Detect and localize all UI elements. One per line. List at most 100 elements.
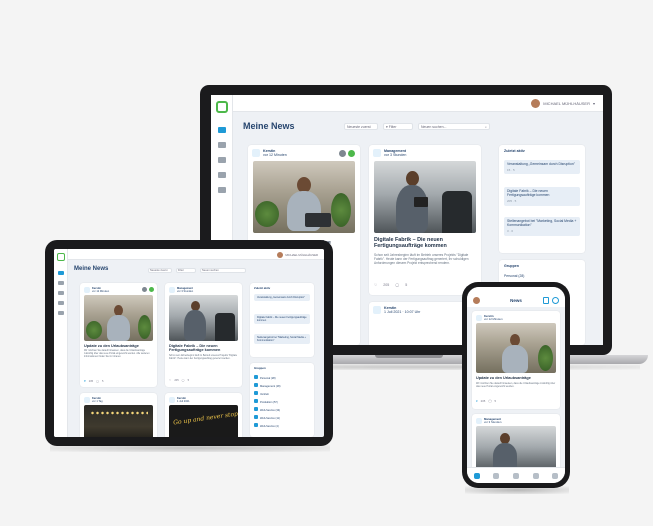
recent-item-meta: 205 · 5 [507,199,517,204]
recent-item[interactable]: Veranstaltung „Gemeinsam durch Disruptio… [504,160,580,175]
sidebar [54,249,68,437]
group-item[interactable]: Personal (28) [254,375,280,383]
like-count: 205 [383,283,390,287]
recent-item[interactable]: Veranstaltung „Gemeinsam durch Disruptio… [254,294,310,301]
news-card[interactable]: Kerstin 1 Juli 2021 Go up and never stop [165,393,242,437]
chat-icon[interactable] [58,301,64,305]
bookmark-icon[interactable] [142,287,147,292]
recent-item[interactable]: Digitale Fabrik – Die neuen Fertigungsau… [254,314,310,324]
documents-icon[interactable] [58,291,64,295]
news-icon[interactable] [58,271,64,275]
news-icon[interactable] [218,127,226,133]
top-bar: MICHAEL MÜHLHÄUSER [68,249,324,260]
group-item[interactable]: Web-Service (4) [254,423,280,431]
chevron-down-icon: ▾ [592,101,595,106]
filter-button[interactable]: Filter [176,268,196,273]
author-icon [84,397,90,403]
recent-item[interactable]: Stellenangebot bei "Marketing, Social Me… [504,217,580,236]
page-title: Meine News [243,121,295,131]
news-card[interactable]: Management vor 3 Stunden Digitale Fabrik … [165,283,242,387]
card-image [476,323,556,373]
card-image [253,161,355,233]
card-body: Wir möchten Sie darauf hinweisen, dass d… [476,382,556,389]
logo-icon[interactable] [216,101,228,113]
group-icon [254,399,258,403]
bookmark-icon[interactable] [543,297,549,304]
heart-icon[interactable]: ♥ [84,379,86,383]
top-bar: News [467,287,565,307]
documents-icon[interactable] [218,157,226,163]
group-list: Personal (28) Management (18) Vertrieb P… [254,375,280,431]
logo-icon[interactable] [57,253,65,261]
panel-title: Zuletzt aktiv [254,286,271,290]
card-meta: vor 12 Minuten [92,290,110,293]
group-name: Produktion (57) [260,401,278,404]
sort-select[interactable]: Neueste zuerst [148,268,172,273]
tasks-icon[interactable] [493,472,500,479]
card-footer: ♥ 205 ◯ 5 [476,399,496,403]
shadow [465,486,569,494]
avatar [531,99,541,108]
person-head [406,171,419,186]
group-item[interactable]: Web-Service (34) [254,407,280,415]
search-input[interactable]: Neuen suchen... ⌕ [418,123,490,130]
recent-item[interactable]: Stellenangebot bei "Marketing, Social Me… [254,334,310,344]
group-item[interactable]: Personal (28) [504,274,524,278]
tasks-icon[interactable] [58,281,64,285]
comment-count: 5 [494,399,497,403]
recent-item[interactable]: Digitale Fabrik – Die neuen Fertigungsau… [504,187,580,206]
user-menu[interactable]: MICHAEL MÜHLHÄUSER [277,252,318,258]
user-menu[interactable]: MICHAEL MÜHLHÄUSER ▾ [531,99,595,108]
user-name: MICHAEL MÜHLHÄUSER [285,253,318,257]
tasks-icon[interactable] [218,142,226,148]
person-body [184,310,206,341]
panel-title: Zuletzt aktiv [504,149,525,153]
comment-icon[interactable]: ◯ [182,379,185,382]
group-item[interactable]: Management (18) [254,383,280,391]
comment-icon[interactable]: ◯ [96,380,99,383]
comment-icon[interactable]: ◯ [488,399,491,403]
calendar-icon[interactable] [218,187,226,193]
news-card[interactable]: Kerstinvor 12 Minuten Update zu den Urla… [472,311,560,409]
chat-icon[interactable] [218,172,226,178]
page-title: Meine News [74,266,109,272]
card-body: Wir möchten Sie darauf hinweisen, dass d… [84,350,150,358]
tablet-in-photo [414,197,428,207]
heart-icon[interactable]: ♥ [476,399,478,403]
search-icon[interactable] [552,297,559,304]
tablet-screen: MICHAEL MÜHLHÄUSER Meine News Neueste zu… [54,249,324,437]
chalk-text: Go up and never stop [172,410,238,427]
news-card[interactable]: Kerstin vor 1 Tag [80,393,157,437]
recent-item-meta: 15 · 5 [507,168,515,173]
group-icon [254,375,258,379]
group-name: Web-Service (34) [260,409,281,412]
news-card[interactable]: Management vor 3 Stunden [472,414,560,474]
search-input[interactable]: Neuen suchen [200,268,246,273]
group-item[interactable]: Produktion (57) [254,399,280,407]
more-icon[interactable] [348,150,355,157]
card-image [84,295,153,341]
heart-icon[interactable]: ♡ [374,283,377,287]
documents-icon[interactable] [532,472,539,479]
group-name: Management (18) [260,385,281,388]
heart-icon[interactable]: ♡ [169,379,171,382]
author-icon [84,287,90,293]
bookmark-icon[interactable] [339,150,346,157]
group-item[interactable]: Web-Service (11) [254,415,280,423]
news-card[interactable]: Kerstinvor 12 Minuten Update zu den Urla… [80,283,157,387]
card-image [374,161,476,233]
comment-count: 5 [102,379,104,383]
calendar-icon[interactable] [58,311,64,315]
plant-decoration [138,315,151,339]
card-body: Schon seit Jahresbeginn läuft im Betrieb… [374,253,469,266]
news-card[interactable]: Management vor 3 Stunden Digitale Fabrik … [369,145,481,295]
calendar-icon[interactable] [552,472,559,479]
news-icon[interactable] [473,472,480,479]
chat-icon[interactable] [512,472,519,479]
comment-icon[interactable]: ◯ [395,283,399,287]
group-item[interactable]: Vertrieb [254,391,280,399]
more-icon[interactable] [149,287,154,292]
sort-select[interactable]: Neueste zuerst [344,123,378,130]
filter-button[interactable]: ▾ Filter [383,123,413,130]
person-body [502,345,528,373]
